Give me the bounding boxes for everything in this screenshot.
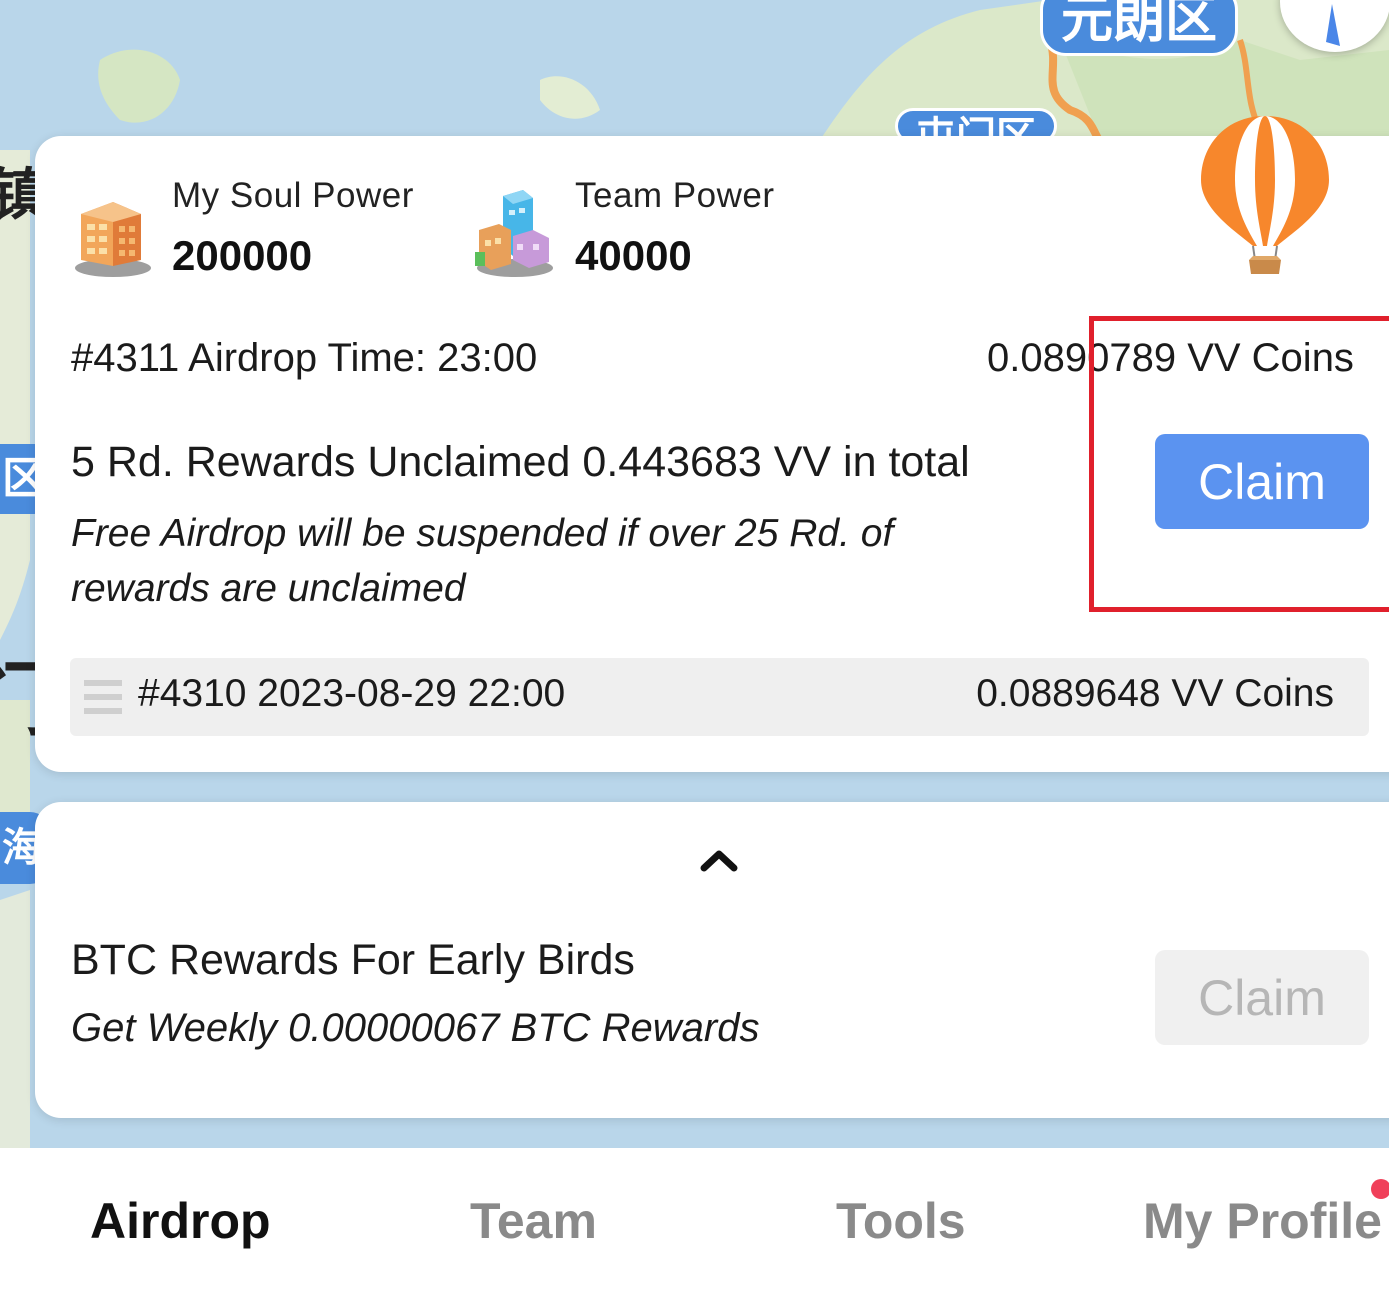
tab-team[interactable]: Team: [470, 1192, 597, 1250]
unclaimed-rewards-text: 5 Rd. Rewards Unclaimed 0.443683 VV in t…: [71, 438, 970, 486]
btc-rewards-title: BTC Rewards For Early Birds: [71, 936, 635, 984]
menu-lines-icon: [84, 678, 122, 723]
history-round-amount: 0.0889648 VV Coins: [976, 672, 1334, 715]
compass-icon: [1326, 4, 1340, 46]
soul-power-value: 200000: [172, 232, 313, 279]
hot-air-balloon-icon[interactable]: [1197, 114, 1333, 283]
airdrop-history-row[interactable]: #4310 2023-08-29 22:00 0.0889648 VV Coin…: [70, 658, 1369, 736]
tab-airdrop[interactable]: Airdrop: [90, 1192, 271, 1250]
tab-my-profile[interactable]: My Profile: [1143, 1192, 1382, 1250]
airdrop-round-amount: 0.0890789 VV Coins: [987, 336, 1354, 380]
suspension-warning-text: Free Airdrop will be suspended if over 2…: [71, 512, 894, 610]
map-district-label: 元朗区: [1040, 0, 1239, 56]
chevron-up-icon[interactable]: [699, 844, 739, 879]
notification-dot: [1371, 1179, 1389, 1199]
claim-airdrop-button[interactable]: Claim: [1155, 434, 1369, 529]
claim-btc-button[interactable]: Claim: [1155, 950, 1369, 1045]
btc-rewards-subtitle: Get Weekly 0.00000067 BTC Rewards: [71, 1006, 760, 1050]
bottom-tab-bar: Airdrop Team Tools My Profile: [0, 1148, 1389, 1304]
compass-button[interactable]: [1280, 0, 1389, 52]
btc-rewards-card: BTC Rewards For Early Birds Get Weekly 0…: [35, 802, 1389, 1118]
airdrop-round-time: #4311 Airdrop Time: 23:00: [71, 336, 538, 380]
tab-tools[interactable]: Tools: [836, 1192, 966, 1250]
office-building-icon: [73, 194, 153, 283]
airdrop-card: My Soul Power 200000 Team Power 40000 #4…: [35, 116, 1389, 772]
history-round-label: #4310 2023-08-29 22:00: [138, 672, 566, 715]
soul-power-label: My Soul Power: [172, 176, 414, 215]
team-power-value: 40000: [575, 232, 692, 279]
team-power-label: Team Power: [575, 176, 775, 215]
city-buildings-icon: [473, 190, 557, 283]
